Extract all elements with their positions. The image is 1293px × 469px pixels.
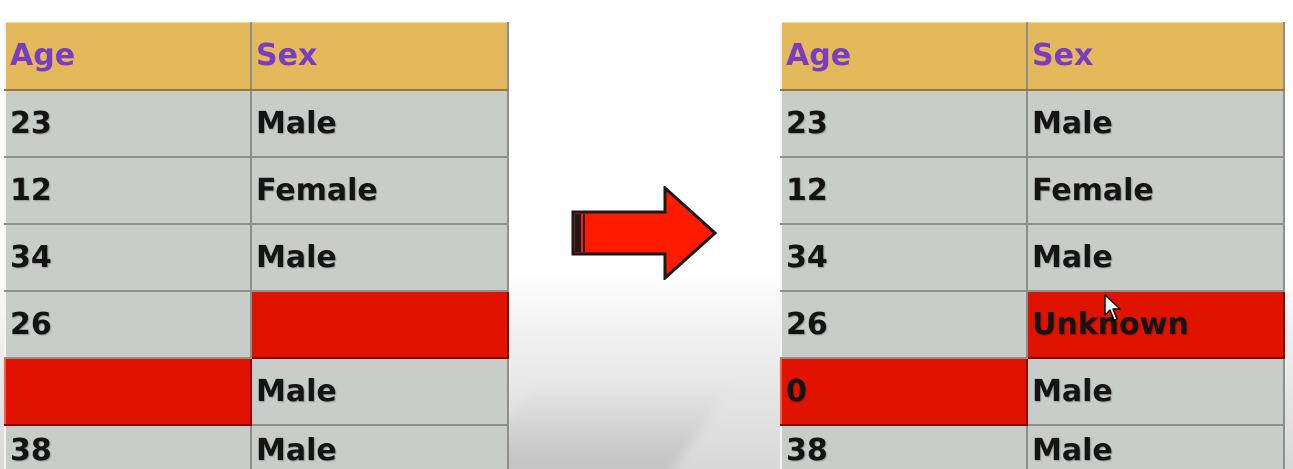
sex-cell: Male <box>1026 423 1285 469</box>
table-row: 38 Male <box>780 423 1285 469</box>
age-cell: 12 <box>4 155 252 225</box>
table-row: 12 Female <box>780 155 1285 225</box>
table-row: 34 Male <box>780 222 1285 292</box>
sex-cell: Male <box>1026 88 1285 158</box>
age-cell: 38 <box>4 423 252 469</box>
table-row: Male <box>4 356 509 426</box>
age-cell: 38 <box>780 423 1028 469</box>
age-header: Age <box>780 22 1028 91</box>
table-row: 38 Male <box>4 423 509 469</box>
sex-cell: Male <box>1026 222 1285 292</box>
filled-age-cell: 0 <box>780 356 1028 426</box>
sex-cell: Male <box>250 88 509 158</box>
sex-cell: Female <box>250 155 509 225</box>
sex-header: Sex <box>1026 22 1285 91</box>
header-row: Age Sex <box>4 22 509 91</box>
filled-sex-cell: Unknown <box>1026 289 1285 359</box>
before-table: Age Sex 23 Male 12 Female 34 Male 26 Mal… <box>4 22 509 469</box>
age-cell: 34 <box>4 222 252 292</box>
right-arrow-icon <box>571 186 717 280</box>
age-cell: 34 <box>780 222 1028 292</box>
table-row: 23 Male <box>780 88 1285 158</box>
sex-cell: Male <box>250 356 509 426</box>
sex-cell: Male <box>250 222 509 292</box>
after-table: Age Sex 23 Male 12 Female 34 Male 26 Unk… <box>780 22 1285 469</box>
sex-cell: Female <box>1026 155 1285 225</box>
age-cell: 26 <box>780 289 1028 359</box>
table-row: 23 Male <box>4 88 509 158</box>
age-cell: 12 <box>780 155 1028 225</box>
table-row: 26 Unknown <box>780 289 1285 359</box>
missing-age-cell <box>4 356 252 426</box>
age-cell: 23 <box>4 88 252 158</box>
sex-header: Sex <box>250 22 509 91</box>
table-row: 12 Female <box>4 155 509 225</box>
sex-cell: Male <box>1026 356 1285 426</box>
age-cell: 23 <box>780 88 1028 158</box>
table-row: 0 Male <box>780 356 1285 426</box>
age-cell: 26 <box>4 289 252 359</box>
table-row: 34 Male <box>4 222 509 292</box>
table-row: 26 <box>4 289 509 359</box>
mouse-pointer-icon <box>1104 294 1121 321</box>
missing-sex-cell <box>250 289 509 359</box>
sex-cell: Male <box>250 423 509 469</box>
age-header: Age <box>4 22 252 91</box>
header-row: Age Sex <box>780 22 1285 91</box>
